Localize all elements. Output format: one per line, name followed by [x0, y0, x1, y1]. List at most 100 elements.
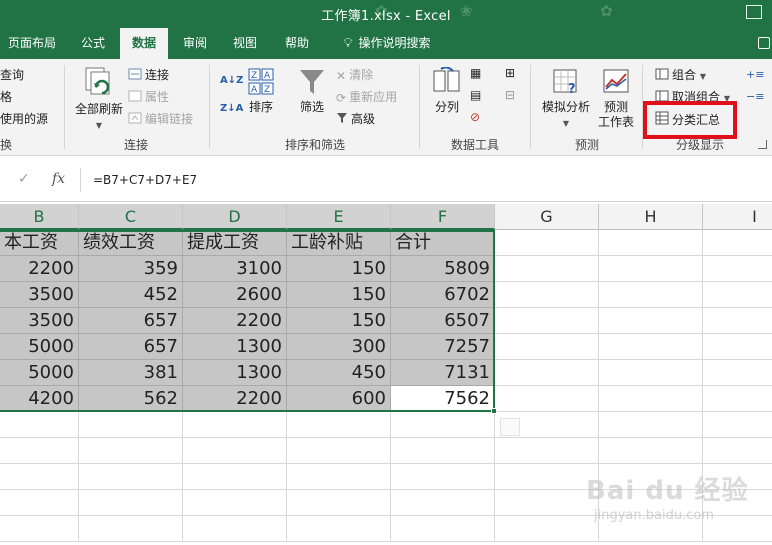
cell[interactable] [495, 516, 599, 542]
cell[interactable] [287, 490, 391, 516]
what-if-analysis-button[interactable]: ? 模拟分析 ▼ [540, 67, 592, 129]
advanced-filter-button[interactable]: 高级 [336, 109, 375, 129]
data-validation-icon[interactable]: ⊘ [470, 107, 480, 127]
cell[interactable] [599, 256, 703, 282]
filter-button[interactable]: 筛选 [292, 67, 332, 115]
cell[interactable] [391, 438, 495, 464]
cell[interactable] [703, 360, 772, 386]
cell[interactable] [287, 516, 391, 542]
cell[interactable] [391, 412, 495, 438]
column-header-d[interactable]: D [183, 204, 287, 230]
cell[interactable] [79, 490, 183, 516]
formula-input[interactable]: =B7+C7+D7+E7 [80, 168, 772, 192]
column-header-f[interactable]: F [391, 204, 495, 230]
cell[interactable] [599, 386, 703, 412]
tab-formulas[interactable]: 公式 [70, 28, 116, 59]
tab-view[interactable]: 视图 [222, 28, 268, 59]
hide-detail-icon[interactable]: −≡ [746, 87, 764, 107]
column-header-i[interactable]: I [703, 204, 772, 230]
cell[interactable] [599, 282, 703, 308]
cell[interactable] [0, 490, 79, 516]
tab-review[interactable]: 审阅 [172, 28, 218, 59]
cell[interactable] [287, 412, 391, 438]
cell[interactable] [703, 282, 772, 308]
cell[interactable] [183, 490, 287, 516]
cell[interactable] [287, 464, 391, 490]
cell[interactable] [703, 334, 772, 360]
sort-button[interactable]: Z A A Z 排序 [242, 67, 280, 115]
cell[interactable] [599, 308, 703, 334]
tab-data[interactable]: 数据 [120, 28, 168, 59]
cell[interactable] [79, 464, 183, 490]
text-to-columns-button[interactable]: 分列 [428, 66, 466, 115]
properties-button[interactable]: 属性 [128, 87, 169, 107]
reapply-button[interactable]: ⟳ 重新应用 [336, 87, 397, 107]
flash-fill-icon[interactable]: ▦ [470, 63, 481, 83]
column-header-g[interactable]: G [495, 204, 599, 230]
cell[interactable] [0, 516, 79, 542]
cell[interactable] [495, 308, 599, 334]
remove-duplicates-icon[interactable]: ▤ [470, 85, 481, 105]
cell[interactable] [495, 230, 599, 256]
enter-checkmark-icon[interactable]: ✓ [18, 171, 30, 187]
edit-links-button[interactable]: 编辑链接 [128, 109, 193, 129]
cell[interactable] [495, 464, 599, 490]
cell[interactable] [703, 256, 772, 282]
ribbon-display-options-button[interactable] [746, 5, 762, 19]
column-header-b[interactable]: B [0, 204, 79, 230]
tell-me-search[interactable]: 💡︎ 操作说明搜索 [332, 28, 442, 59]
cell[interactable] [391, 490, 495, 516]
column-header-e[interactable]: E [287, 204, 391, 230]
cell[interactable] [495, 360, 599, 386]
cell[interactable] [79, 438, 183, 464]
recent-sources-button[interactable]: 使用的源 [0, 109, 48, 129]
cell[interactable] [183, 464, 287, 490]
connections-button[interactable]: 连接 [128, 65, 169, 85]
cell[interactable] [599, 438, 703, 464]
cell[interactable] [703, 230, 772, 256]
cell[interactable] [495, 256, 599, 282]
cell[interactable] [0, 464, 79, 490]
tab-help[interactable]: 帮助 [274, 28, 320, 59]
forecast-sheet-button[interactable]: 预测 工作表 [596, 67, 636, 130]
cell[interactable] [79, 516, 183, 542]
existing-connections-button[interactable]: 格 [0, 87, 12, 107]
consolidate-icon[interactable]: ⊞ [505, 63, 515, 83]
cell[interactable] [183, 438, 287, 464]
group-button[interactable]: 组合 ▼ [655, 65, 706, 85]
queries-button[interactable]: 查询 [0, 65, 24, 85]
quick-analysis-icon[interactable] [500, 418, 520, 436]
cell[interactable] [183, 412, 287, 438]
tab-page-layout[interactable]: 页面布局 [0, 28, 64, 59]
cell[interactable] [703, 438, 772, 464]
cell[interactable] [599, 412, 703, 438]
cell[interactable] [703, 308, 772, 334]
cell[interactable] [495, 282, 599, 308]
column-header-h[interactable]: H [599, 204, 703, 230]
cell[interactable] [703, 386, 772, 412]
cell[interactable] [703, 412, 772, 438]
cell[interactable] [599, 360, 703, 386]
relationships-icon[interactable]: ⊟ [505, 85, 515, 105]
sort-ascending-icon[interactable]: A↓Z [220, 71, 243, 91]
cell[interactable] [495, 438, 599, 464]
cell[interactable] [79, 412, 183, 438]
cell[interactable] [599, 230, 703, 256]
cell[interactable] [599, 334, 703, 360]
refresh-all-button[interactable]: 全部刷新 ▼ [72, 65, 126, 131]
cell[interactable] [495, 490, 599, 516]
cell[interactable] [0, 412, 79, 438]
fill-handle[interactable] [491, 408, 497, 414]
cell[interactable] [183, 516, 287, 542]
cell[interactable] [287, 438, 391, 464]
share-icon[interactable] [758, 37, 770, 49]
cell[interactable] [391, 464, 495, 490]
sort-descending-icon[interactable]: Z↓A [220, 99, 243, 119]
insert-function-icon[interactable]: fx [52, 171, 65, 187]
clear-button[interactable]: ✕ 清除 [336, 65, 373, 85]
column-header-c[interactable]: C [79, 204, 183, 230]
outline-dialog-launcher-icon[interactable] [758, 140, 767, 149]
show-detail-icon[interactable]: +≡ [746, 65, 764, 85]
cell[interactable] [495, 334, 599, 360]
cell[interactable] [391, 516, 495, 542]
